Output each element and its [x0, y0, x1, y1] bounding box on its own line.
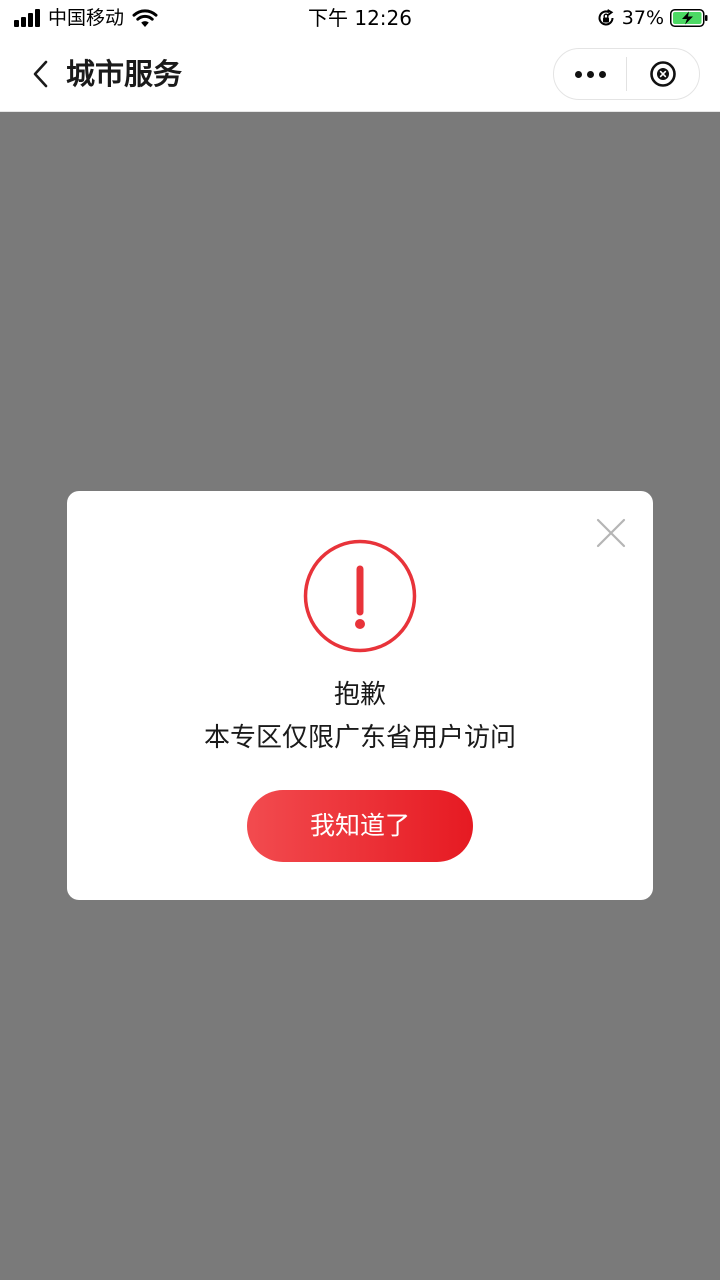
close-circle-icon: [650, 61, 676, 87]
mini-program-capsule: [553, 48, 700, 100]
page-title: 城市服务: [66, 57, 183, 91]
acknowledge-button[interactable]: 我知道了: [247, 790, 473, 862]
alert-circle-icon: [303, 539, 417, 653]
dialog-title: 抱歉: [333, 680, 386, 710]
more-dots-icon: [574, 70, 582, 78]
battery-percent: 37%: [621, 7, 664, 29]
more-button[interactable]: [554, 49, 626, 99]
exit-button[interactable]: [627, 49, 699, 99]
status-right: 37%: [596, 6, 708, 30]
dialog-message: 本专区仅限广东省用户访问: [203, 723, 516, 753]
close-x-icon[interactable]: [595, 517, 627, 549]
navigation-bar: 城市服务: [0, 36, 720, 112]
back-chevron-icon: [33, 60, 48, 88]
rotation-lock-icon: [598, 9, 614, 26]
back-button[interactable]: [26, 56, 56, 92]
battery-charging-icon: [670, 9, 708, 27]
alert-dialog: 抱歉 本专区仅限广东省用户访问 我知道了: [67, 491, 653, 900]
status-bar: 中国移动 下午 12:26 37%: [0, 0, 720, 36]
